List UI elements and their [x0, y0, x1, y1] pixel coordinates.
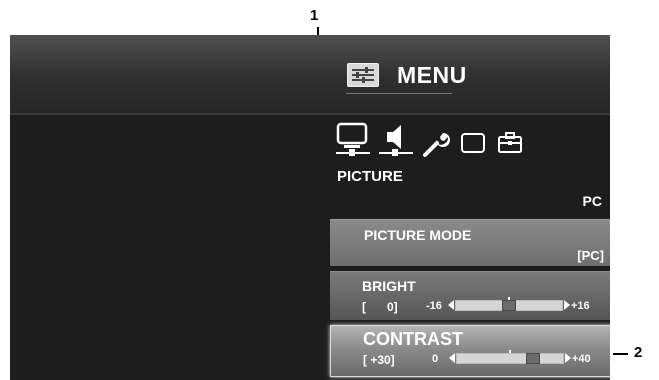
bright-slider-track[interactable]	[455, 297, 563, 311]
contrast-label: CONTRAST	[363, 329, 463, 349]
bright-min-label: -16	[426, 300, 442, 312]
callout-number-1: 1	[310, 7, 319, 24]
menu-header: MENU	[345, 55, 610, 95]
bright-value-bracket: [	[362, 300, 366, 314]
bright-max-label: +16	[571, 300, 590, 312]
option-toolbox-icon[interactable]	[496, 128, 524, 163]
bright-decrease-arrow[interactable]	[448, 300, 454, 310]
bright-label: BRIGHT	[362, 278, 416, 294]
callout-2-leader	[613, 353, 628, 355]
screen-window-icon[interactable]	[459, 128, 487, 163]
contrast-min-label: 0	[432, 353, 439, 365]
input-signal-label: PC	[582, 193, 602, 209]
menu-settings-icon	[347, 63, 379, 87]
contrast-max-label: +40	[572, 353, 591, 365]
top-band-divider	[10, 113, 610, 115]
callout-number-2: 2	[634, 344, 643, 361]
setup-wrench-icon[interactable]	[422, 128, 450, 163]
contrast-slider-track[interactable]	[456, 350, 564, 364]
contrast-value: [ +30]	[363, 353, 395, 367]
contrast-decrease-arrow[interactable]	[449, 353, 455, 363]
contrast-slider-thumb[interactable]	[526, 353, 540, 364]
picture-monitor-icon[interactable]	[336, 122, 370, 163]
picture-mode-value: [PC]	[577, 248, 604, 263]
bright-slider-thumb[interactable]	[502, 300, 516, 311]
bright-increase-arrow[interactable]	[564, 300, 570, 310]
bright-value: 0]	[387, 300, 398, 314]
menu-title: MENU	[397, 61, 467, 88]
menu-item-picture-mode[interactable]: PICTURE MODE [PC]	[330, 219, 610, 266]
menu-header-underline	[346, 93, 452, 94]
category-icon-row	[336, 122, 524, 163]
contrast-slider-center-mark	[509, 350, 511, 353]
menu-item-contrast[interactable]: CONTRAST [ +30] 0 +40	[330, 325, 610, 377]
category-label: PICTURE	[337, 168, 403, 185]
audio-speaker-icon[interactable]	[379, 122, 413, 163]
osd-screen: MENU PICTURE PC PICTURE MODE [PC] BRIGHT…	[10, 35, 610, 380]
contrast-increase-arrow[interactable]	[565, 353, 571, 363]
menu-item-bright[interactable]: BRIGHT [ 0] -16 +16	[330, 271, 610, 320]
picture-mode-label: PICTURE MODE	[364, 227, 472, 243]
